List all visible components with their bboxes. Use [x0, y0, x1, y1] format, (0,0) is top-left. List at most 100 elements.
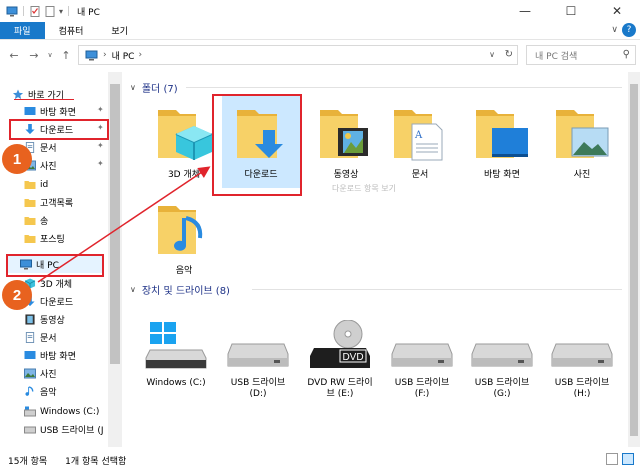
- svg-text:A: A: [414, 130, 423, 141]
- details-view-icon[interactable]: [606, 453, 618, 465]
- folder-label: 사진: [573, 170, 591, 180]
- expand-ribbon-icon[interactable]: ∨: [611, 25, 618, 35]
- breadcrumb-this-pc[interactable]: 내 PC: [112, 49, 135, 62]
- nav-pc-music[interactable]: 음악: [24, 383, 57, 400]
- help-icon[interactable]: ?: [622, 23, 636, 37]
- content-scrollbar-thumb[interactable]: [630, 84, 638, 436]
- folder-videos[interactable]: 동영상: [306, 96, 386, 188]
- pin-icon[interactable]: ✦: [97, 105, 104, 114]
- step-badge-2: 2: [2, 280, 32, 310]
- drive-dvd-e[interactable]: DVD DVD RW 드라이 브 (E:): [300, 316, 380, 406]
- annotation-box-nav-this-pc: [6, 254, 104, 277]
- nav-label: id: [40, 179, 49, 190]
- folder-documents[interactable]: A 문서: [380, 96, 460, 188]
- nav-label: 3D 개체: [40, 280, 73, 290]
- properties-icon[interactable]: [29, 5, 41, 17]
- drive-label: USB 드라이브 (F:): [395, 378, 449, 400]
- new-folder-icon[interactable]: [44, 5, 56, 17]
- pin-icon[interactable]: ✦: [97, 159, 104, 168]
- folder-label: 동영상: [333, 170, 359, 180]
- annotation-box-downloads-folder: [212, 94, 302, 196]
- close-button[interactable]: ✕: [594, 0, 640, 22]
- title-bar: ▾ 내 PC — ☐ ✕: [0, 0, 640, 22]
- nav-pc-videos[interactable]: 동영상: [24, 311, 65, 328]
- drive-label-line1: USB 드라이브: [554, 378, 610, 388]
- nav-pc-usb-drive[interactable]: USB 드라이브 (J: [24, 421, 103, 438]
- nav-label: 음악: [40, 388, 57, 398]
- computer-icon: [85, 50, 98, 60]
- devices-group-header[interactable]: ∨ 장치 및 드라이브 (8): [130, 282, 230, 297]
- nav-scrollbar-thumb[interactable]: [110, 84, 120, 364]
- nav-label: 포스팅: [40, 235, 65, 245]
- folder-music[interactable]: 음악: [144, 192, 224, 284]
- nav-pc-pictures[interactable]: 사진: [24, 365, 57, 382]
- drive-label-line2: (G:): [493, 389, 511, 399]
- up-button[interactable]: ↑: [58, 49, 74, 62]
- desktop-folder-icon: [476, 110, 528, 158]
- computer-icon[interactable]: [6, 6, 18, 17]
- nav-item-folder-song[interactable]: 송: [24, 212, 48, 229]
- drive-usb-h[interactable]: USB 드라이브 (H:): [542, 316, 622, 406]
- drive-label-line1: USB 드라이브: [230, 378, 286, 388]
- nav-label: 송: [40, 217, 49, 227]
- selection-count: 1개 항목 선택함: [65, 456, 127, 467]
- drive-windows-c[interactable]: Windows (C:): [136, 316, 216, 406]
- tab-file[interactable]: 파일: [0, 22, 45, 39]
- drive-label-line2: (D:): [249, 389, 267, 399]
- large-icons-view-icon[interactable]: [622, 453, 634, 465]
- search-placeholder: 내 PC 검색: [535, 51, 578, 62]
- folder-desktop[interactable]: 바탕 화면: [462, 96, 542, 188]
- search-input[interactable]: 내 PC 검색 ⚲: [526, 45, 636, 65]
- back-button[interactable]: ←: [6, 49, 22, 62]
- drive-usb-g[interactable]: USB 드라이브 (G:): [462, 316, 542, 406]
- document-folder-icon: A: [394, 110, 443, 161]
- nav-label: Windows (C:): [40, 406, 100, 417]
- 3d-objects-folder-icon: [158, 110, 213, 160]
- folder-label: 3D 개체: [167, 170, 201, 180]
- maximize-button[interactable]: ☐: [548, 0, 594, 22]
- customize-toolbar-icon[interactable]: ▾: [59, 7, 63, 16]
- drive-label-line1: Windows (C:): [146, 378, 206, 388]
- refresh-icon[interactable]: ↻: [505, 49, 513, 60]
- nav-label: USB 드라이브 (J: [40, 426, 104, 436]
- address-dropdown-icon[interactable]: ∨: [489, 50, 495, 59]
- recent-locations-button[interactable]: ∨: [42, 51, 58, 59]
- nav-item-folder-posting[interactable]: 포스팅: [24, 230, 65, 247]
- tab-view[interactable]: 보기: [97, 22, 142, 39]
- pin-icon[interactable]: ✦: [97, 141, 104, 150]
- tab-computer[interactable]: 컴퓨터: [45, 22, 98, 39]
- nav-pc-desktop[interactable]: 바탕 화면: [24, 347, 76, 364]
- breadcrumb-separator[interactable]: ›: [138, 50, 142, 60]
- nav-item-desktop[interactable]: 바탕 화면: [24, 103, 76, 120]
- ribbon-tabs: 파일 컴퓨터 보기 ∨ ?: [0, 22, 640, 40]
- drive-usb-f[interactable]: USB 드라이브 (F:): [382, 316, 462, 406]
- window-title: 내 PC: [77, 7, 100, 18]
- status-bar: 15개 항목 1개 항목 선택함: [0, 450, 640, 470]
- folder-label: 바탕 화면: [484, 170, 520, 180]
- nav-item-folder-id[interactable]: id: [24, 176, 48, 193]
- breadcrumb-separator[interactable]: ›: [103, 50, 107, 60]
- nav-pc-drive-c[interactable]: Windows (C:): [24, 403, 99, 420]
- group-divider: [252, 289, 622, 290]
- minimize-button[interactable]: —: [502, 0, 548, 22]
- nav-quick-access[interactable]: 바로 가기: [12, 86, 64, 103]
- folder-label: 음악: [175, 266, 193, 276]
- folder-pictures[interactable]: 사진: [542, 96, 622, 188]
- nav-label: 문서: [40, 334, 57, 344]
- forward-button[interactable]: →: [26, 49, 42, 62]
- collapse-chevron-icon[interactable]: ∨: [130, 285, 136, 294]
- nav-label: 동영상: [40, 316, 65, 326]
- devices-heading: 장치 및 드라이브 (8): [141, 286, 230, 297]
- folders-heading: 폴더 (7): [141, 84, 178, 95]
- nav-item-folder-customers[interactable]: 고객목록: [24, 194, 73, 211]
- nav-pc-documents[interactable]: 문서: [24, 329, 57, 346]
- address-bar[interactable]: › 내 PC › ∨ ↻: [78, 45, 518, 65]
- drive-usb-d[interactable]: USB 드라이브 (D:): [218, 316, 298, 406]
- collapse-chevron-icon[interactable]: ∨: [130, 83, 136, 92]
- toolbar-separator: [68, 6, 70, 16]
- drive-label-line1: USB 드라이브: [394, 378, 450, 388]
- item-count: 15개 항목: [8, 456, 48, 467]
- folders-group-header[interactable]: ∨ 폴더 (7): [130, 80, 178, 95]
- folder-icon: [24, 217, 36, 225]
- hover-tooltip: 다운로드 항목 보기: [332, 184, 396, 193]
